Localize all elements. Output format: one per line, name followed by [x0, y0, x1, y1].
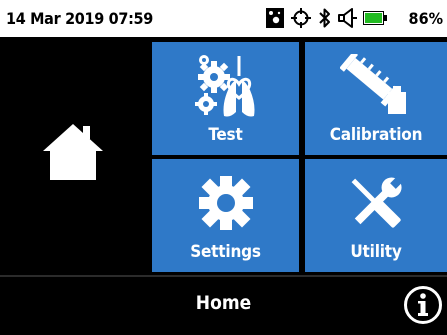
tile-utility-label: Utility	[350, 242, 402, 262]
bottom-bar: Home	[0, 275, 447, 335]
lungs-gears-icon	[194, 55, 254, 117]
tile-settings-label: Settings	[190, 242, 261, 262]
battery-percent: 86%	[408, 9, 443, 28]
tile-test-label: Test	[208, 125, 243, 145]
tile-calibration-label: Calibration	[329, 125, 423, 145]
home-icon[interactable]	[43, 124, 103, 180]
status-bar: 14 Mar 2019 07:59 86%	[0, 0, 447, 37]
tile-calibration[interactable]: Calibration	[305, 42, 447, 155]
battery-icon	[363, 11, 387, 25]
gps-crosshair-icon	[291, 8, 311, 28]
bluetooth-icon	[319, 8, 330, 28]
status-datetime: 14 Mar 2019 07:59	[6, 9, 153, 28]
image-card-icon	[266, 8, 284, 28]
tile-utility[interactable]: Utility	[305, 159, 447, 272]
sidebar	[0, 37, 150, 273]
info-icon[interactable]	[403, 285, 443, 325]
calibration-syringe-icon	[340, 54, 406, 114]
gear-icon	[198, 176, 253, 230]
tile-test[interactable]: Test	[152, 42, 299, 155]
page-title: Home	[195, 292, 252, 314]
tile-settings[interactable]: Settings	[152, 159, 299, 272]
speaker-icon	[338, 8, 357, 28]
tools-icon	[351, 176, 403, 228]
